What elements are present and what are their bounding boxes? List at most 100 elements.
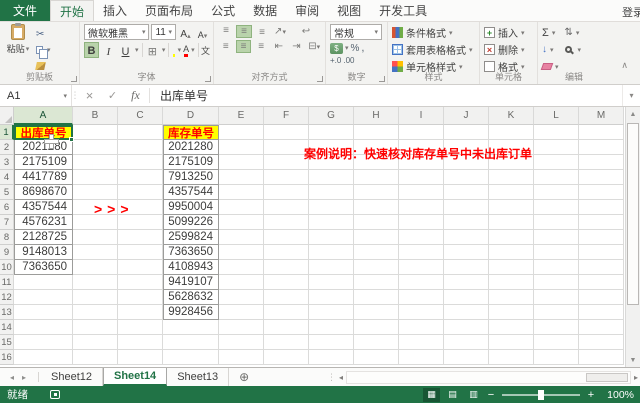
cell-d12[interactable]: 5628632 <box>163 290 219 305</box>
scroll-down-button[interactable]: ▼ <box>626 353 640 367</box>
row-header-3[interactable]: 3 <box>0 155 14 170</box>
cell-h10[interactable] <box>354 260 399 275</box>
cell-d5[interactable]: 4357544 <box>163 185 219 200</box>
shrink-font-button[interactable]: A ▾ <box>195 24 210 40</box>
cell-h8[interactable] <box>354 230 399 245</box>
row-header-1[interactable]: 1 <box>0 125 14 140</box>
cell-b16[interactable] <box>73 350 118 365</box>
tab-file[interactable]: 文件 <box>0 0 51 21</box>
comma-style-button[interactable]: , <box>361 42 364 54</box>
font-color-button[interactable]: A <box>183 44 189 57</box>
cell-d8[interactable]: 2599824 <box>163 230 219 245</box>
cell-d15[interactable] <box>163 335 219 350</box>
cell-k1[interactable] <box>489 125 534 140</box>
row-header-4[interactable]: 4 <box>0 170 14 185</box>
scroll-right-button[interactable]: ▸ <box>634 373 638 382</box>
cell-e16[interactable] <box>219 350 264 365</box>
cell-l10[interactable] <box>534 260 579 275</box>
cell-c2[interactable] <box>118 140 163 155</box>
cell-a8[interactable]: 2128725 <box>14 230 73 245</box>
cell-e14[interactable] <box>219 320 264 335</box>
cell-d4[interactable]: 7913250 <box>163 170 219 185</box>
horizontal-scroll-track[interactable] <box>346 370 631 384</box>
cell-l3[interactable] <box>534 155 579 170</box>
cell-m9[interactable] <box>579 245 624 260</box>
cell-c8[interactable] <box>118 230 163 245</box>
cell-l6[interactable] <box>534 200 579 215</box>
cell-m4[interactable] <box>579 170 624 185</box>
conditional-formatting-button[interactable]: 条件格式 ▾ <box>392 25 476 40</box>
cell-g14[interactable] <box>309 320 354 335</box>
cell-a15[interactable] <box>14 335 73 350</box>
tab-splitter-icon[interactable]: ⋮ <box>327 372 336 383</box>
alignment-dialog-launcher[interactable] <box>317 76 323 82</box>
cell-f16[interactable] <box>264 350 309 365</box>
decrease-decimal-button[interactable]: .00 <box>343 56 354 65</box>
cell-l14[interactable] <box>534 320 579 335</box>
cell-b1[interactable] <box>73 125 118 140</box>
cell-c4[interactable] <box>118 170 163 185</box>
cell-m6[interactable] <box>579 200 624 215</box>
row-header-2[interactable]: 2 <box>0 140 14 155</box>
cell-f4[interactable] <box>264 170 309 185</box>
cell-b10[interactable] <box>73 260 118 275</box>
cell-h11[interactable] <box>354 275 399 290</box>
cell-k6[interactable] <box>489 200 534 215</box>
cell-c9[interactable] <box>118 245 163 260</box>
cell-h14[interactable] <box>354 320 399 335</box>
cell-d10[interactable]: 4108943 <box>163 260 219 275</box>
cell-l11[interactable] <box>534 275 579 290</box>
cell-d14[interactable] <box>163 320 219 335</box>
cell-e1[interactable] <box>219 125 264 140</box>
cell-c15[interactable] <box>118 335 163 350</box>
sheet-tab-sheet13[interactable]: Sheet13 <box>167 368 230 386</box>
cell-m5[interactable] <box>579 185 624 200</box>
cell-f5[interactable] <box>264 185 309 200</box>
view-normal-button[interactable]: ▦ <box>423 387 440 402</box>
cell-l9[interactable] <box>534 245 579 260</box>
cell-c12[interactable] <box>118 290 163 305</box>
cell-e15[interactable] <box>219 335 264 350</box>
row-header-9[interactable]: 9 <box>0 245 14 260</box>
format-as-table-button[interactable]: 套用表格格式 ▾ <box>392 42 476 57</box>
cell-g9[interactable] <box>309 245 354 260</box>
cell-m8[interactable] <box>579 230 624 245</box>
vertical-scrollbar[interactable]: ▲ ▼ <box>625 107 640 367</box>
cell-i7[interactable] <box>399 215 444 230</box>
cell-a7[interactable]: 4576231 <box>14 215 73 230</box>
cell-b8[interactable] <box>73 230 118 245</box>
find-select-button[interactable]: ▾ <box>564 42 581 57</box>
cell-f13[interactable] <box>264 305 309 320</box>
align-middle-button[interactable]: ≡ <box>236 25 252 38</box>
cell-f10[interactable] <box>264 260 309 275</box>
cell-e3[interactable] <box>219 155 264 170</box>
cell-h4[interactable] <box>354 170 399 185</box>
cell-b15[interactable] <box>73 335 118 350</box>
cell-k16[interactable] <box>489 350 534 365</box>
cell-a2[interactable]: 2021280 <box>14 140 73 155</box>
chevron-down-icon[interactable]: ▾ <box>162 46 166 54</box>
column-header-e[interactable]: E <box>219 107 264 125</box>
orientation-button[interactable]: ↗ ▾ <box>272 25 288 38</box>
row-header-16[interactable]: 16 <box>0 350 14 365</box>
chevron-down-icon[interactable]: ▾ <box>178 46 182 54</box>
view-page-break-button[interactable]: ▥ <box>465 388 482 402</box>
cell-i15[interactable] <box>399 335 444 350</box>
wrap-text-button[interactable]: ↩ <box>298 25 314 38</box>
cell-k13[interactable] <box>489 305 534 320</box>
column-header-c[interactable]: C <box>118 107 163 125</box>
cell-a11[interactable] <box>14 275 73 290</box>
cell-k4[interactable] <box>489 170 534 185</box>
cell-f1[interactable] <box>264 125 309 140</box>
grow-font-button[interactable]: A ▴ <box>178 24 193 40</box>
row-header-13[interactable]: 13 <box>0 305 14 320</box>
chevron-down-icon[interactable]: ▾ <box>191 46 195 54</box>
cell-c10[interactable] <box>118 260 163 275</box>
cell-c7[interactable] <box>118 215 163 230</box>
selection-fill-handle[interactable] <box>69 137 74 142</box>
cell-m12[interactable] <box>579 290 624 305</box>
cell-m15[interactable] <box>579 335 624 350</box>
cell-j9[interactable] <box>444 245 489 260</box>
cell-k10[interactable] <box>489 260 534 275</box>
cell-l16[interactable] <box>534 350 579 365</box>
